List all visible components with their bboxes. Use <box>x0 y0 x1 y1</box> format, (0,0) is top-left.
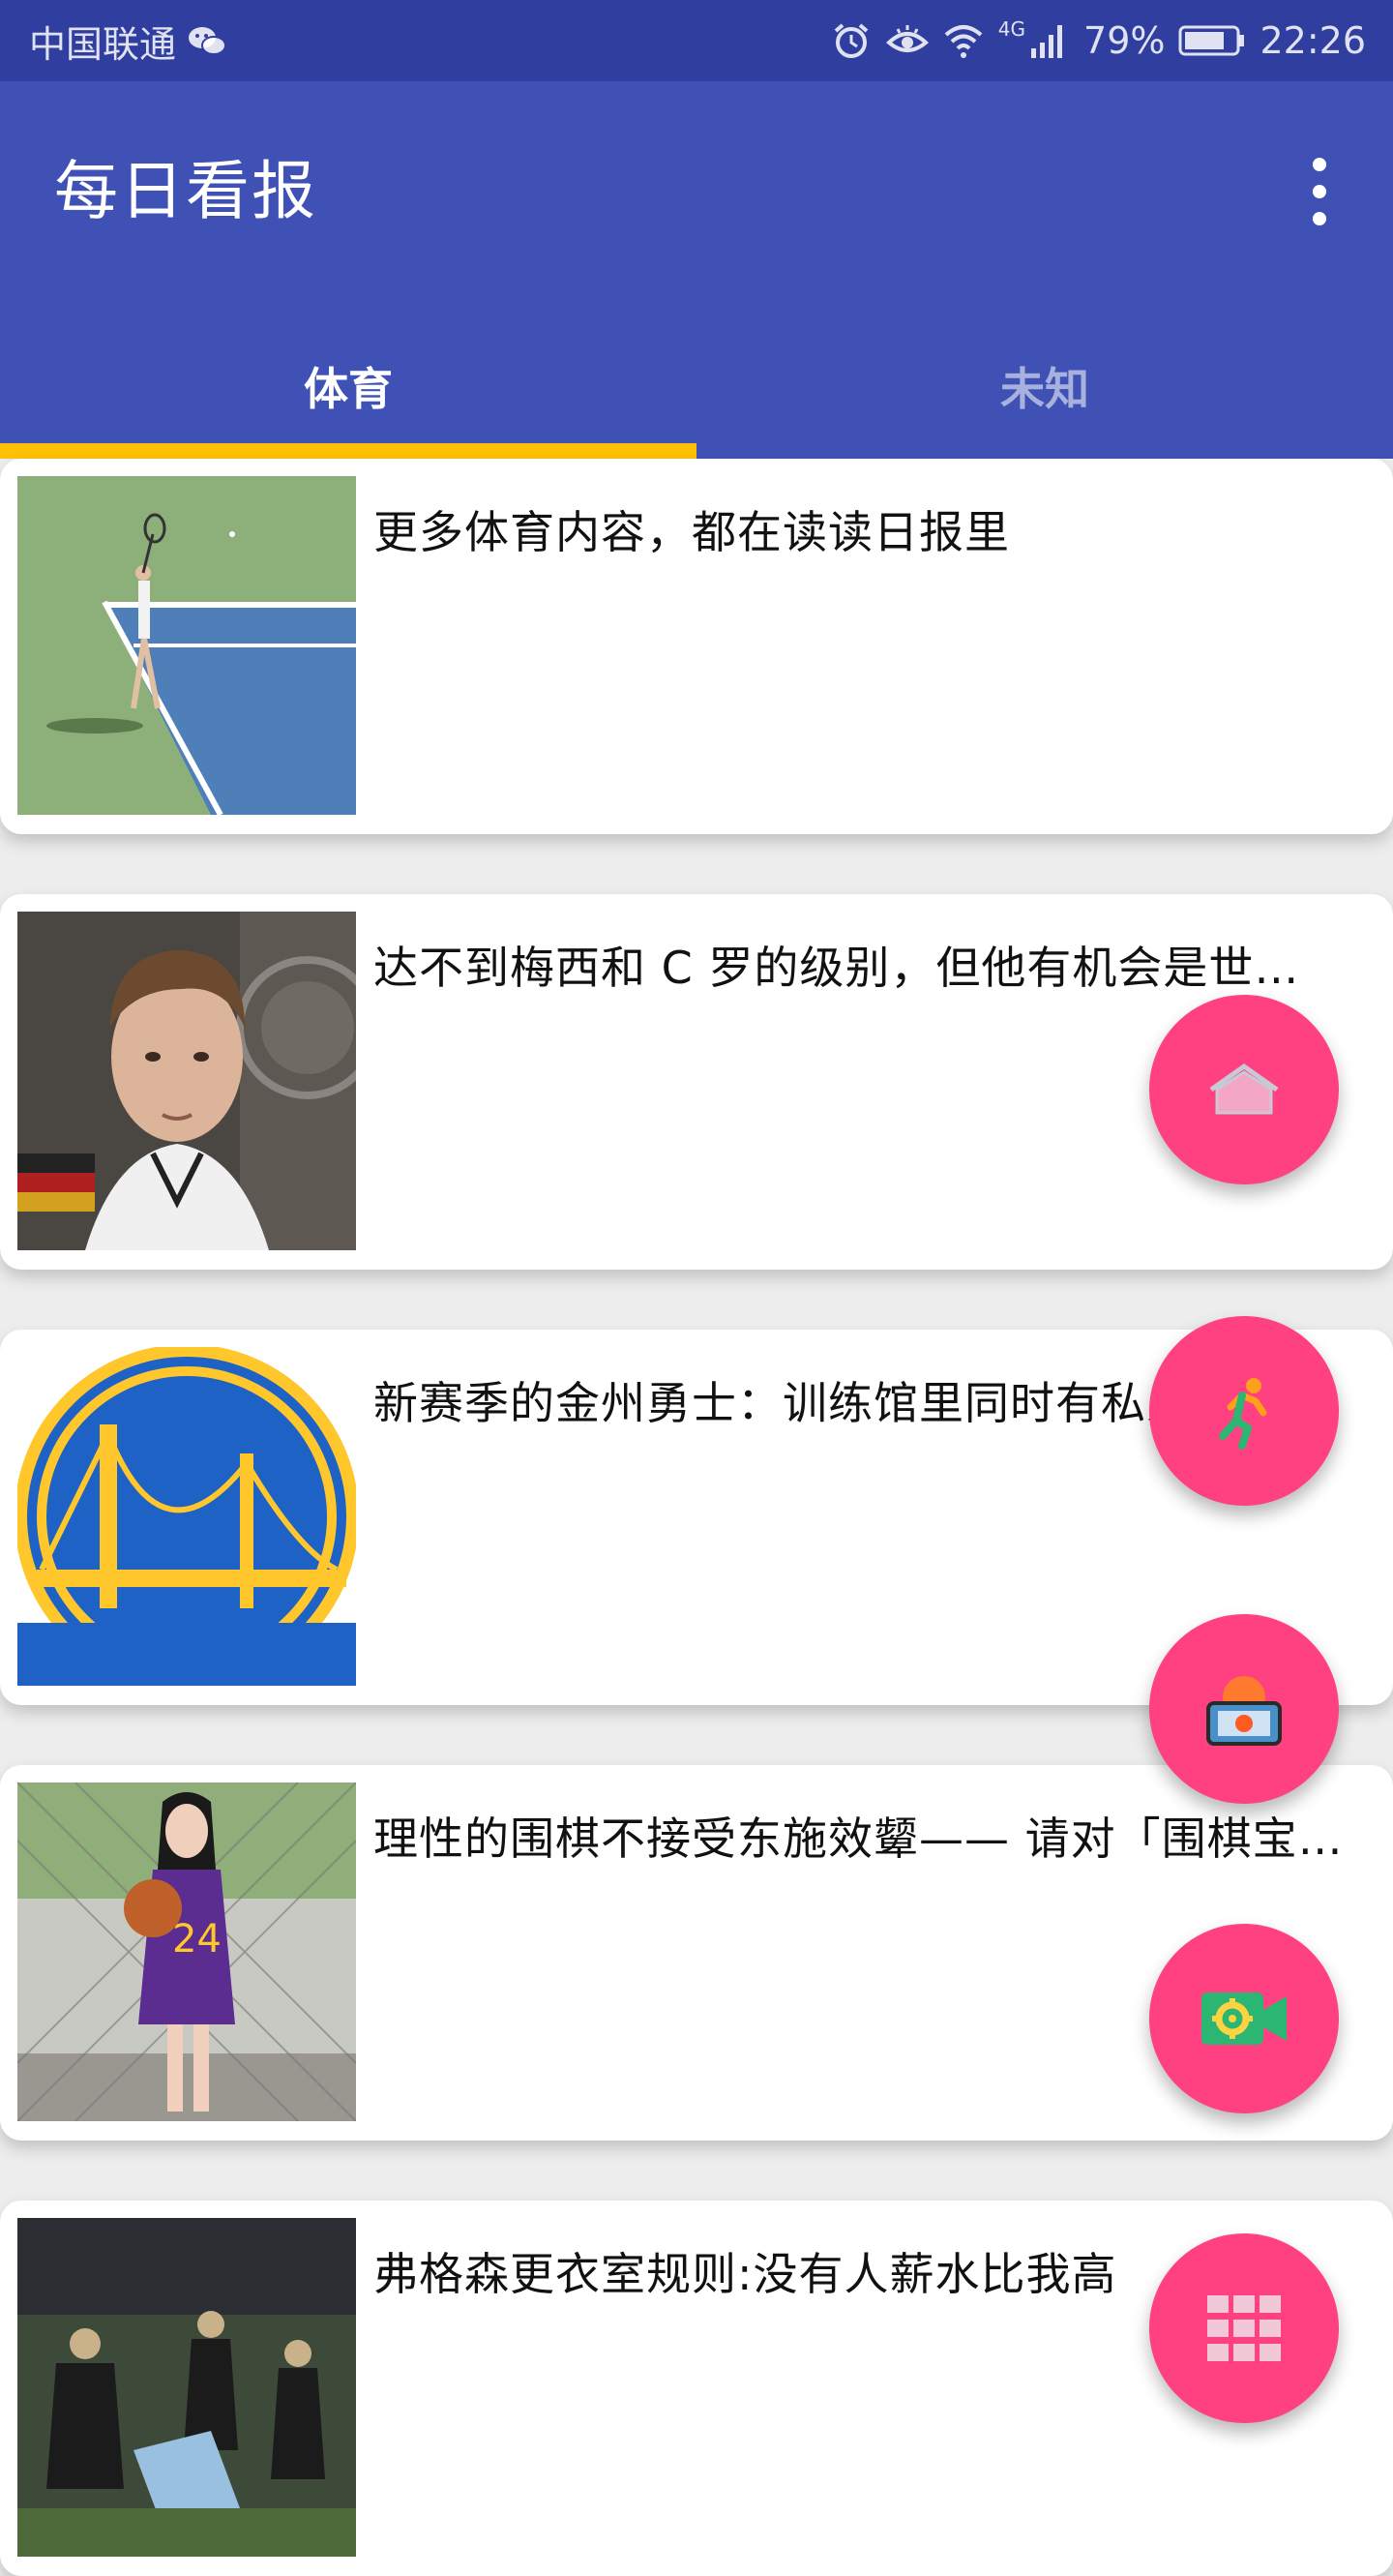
news-thumbnail <box>17 912 356 1250</box>
camera-flip-fab-button[interactable] <box>1149 1614 1339 1804</box>
home-fab-button[interactable] <box>1149 995 1339 1184</box>
camera-flip-icon <box>1206 1676 1282 1746</box>
more-dot <box>1313 185 1326 198</box>
svg-text:24: 24 <box>172 1917 222 1962</box>
status-bar: 中国联通 4G 79% 22:26 <box>0 0 1393 81</box>
battery-percent: 79% <box>1083 19 1166 62</box>
home-icon <box>1209 1063 1279 1115</box>
video-settings-fab-button[interactable] <box>1149 1924 1339 2113</box>
news-thumbnail <box>17 476 356 815</box>
tab-sports[interactable]: 体育 <box>0 314 696 459</box>
tab-unknown[interactable]: 未知 <box>696 314 1393 459</box>
network-type-label: 4G <box>997 17 1026 41</box>
signal-icon <box>1031 25 1063 58</box>
tennis-photo-image <box>17 476 356 815</box>
app-title: 每日看报 <box>54 154 317 228</box>
running-icon <box>1219 1378 1267 1450</box>
more-dot <box>1313 158 1326 171</box>
basketball-girl-photo-image: 24 <box>17 1782 356 2121</box>
news-title: 达不到梅西和 C 罗的级别，但他有机会是世… <box>373 942 1300 994</box>
running-fab-button[interactable] <box>1149 1316 1339 1506</box>
status-left: 中国联通 <box>29 15 228 68</box>
more-dot <box>1313 212 1326 225</box>
app-bar: 每日看报 体育 未知 <box>0 81 1393 459</box>
grid-menu-icon <box>1207 2295 1281 2361</box>
alarm-icon <box>834 23 869 58</box>
wechat-icon <box>189 27 227 55</box>
video-settings-icon <box>1201 1992 1287 2045</box>
news-title: 更多体育内容，都在读读日报里 <box>373 506 1010 558</box>
news-title: 理性的围棋不接受东施效颦—— 请对「围棋宝… <box>373 1812 1344 1865</box>
status-right: 4G 79% 22:26 <box>830 17 1366 62</box>
clock: 22:26 <box>1260 19 1366 62</box>
news-thumbnail <box>17 1347 356 1686</box>
football-match-photo-image <box>17 2218 356 2557</box>
battery-icon <box>1178 25 1245 56</box>
grid-menu-fab-button[interactable] <box>1149 2233 1339 2423</box>
carrier-label: 中国联通 <box>29 22 177 66</box>
news-thumbnail: 24 <box>17 1782 356 2121</box>
warriors-logo-image <box>17 1347 356 1686</box>
wifi-icon <box>944 25 983 58</box>
overflow-menu-button[interactable] <box>1290 143 1349 240</box>
news-card[interactable]: 更多体育内容，都在读读日报里 <box>0 459 1393 834</box>
news-thumbnail <box>17 2218 356 2557</box>
eye-comfort-icon <box>885 25 929 52</box>
player-portrait-photo-image <box>17 912 356 1250</box>
tab-indicator <box>0 443 696 459</box>
